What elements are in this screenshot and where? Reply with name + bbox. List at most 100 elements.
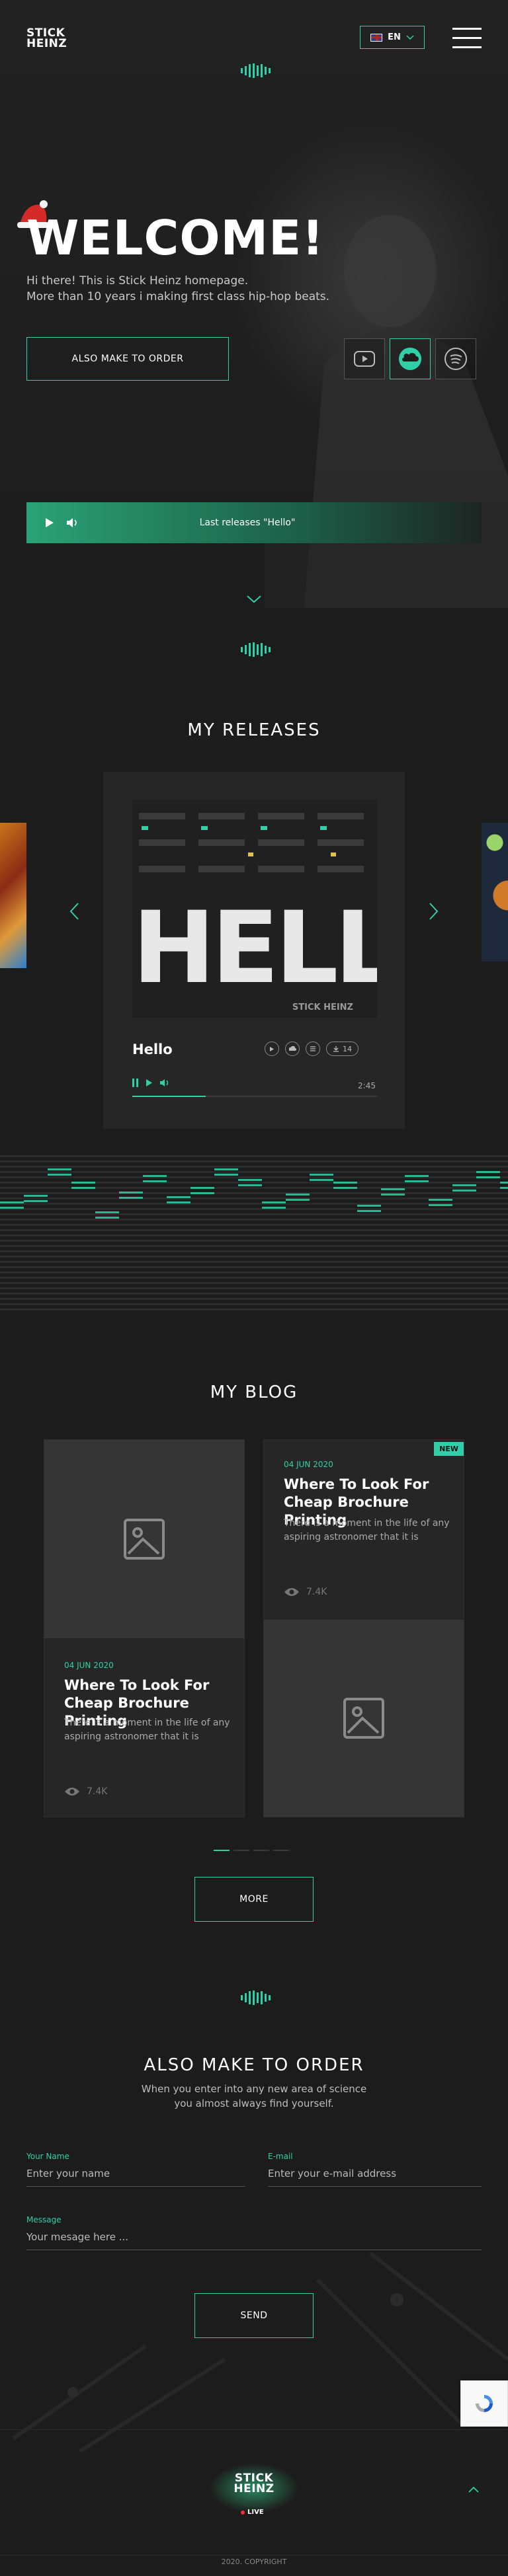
track-soundcloud-button[interactable] — [285, 1042, 300, 1056]
blog-card[interactable]: NEW 04 JUN 2020 Where To Look For Cheap … — [263, 1439, 464, 1817]
blog-image-placeholder — [44, 1440, 244, 1638]
send-button[interactable]: SEND — [194, 2293, 314, 2338]
views-count: 7.4K — [306, 1587, 327, 1597]
footer-logo-line-2: HEINZ — [233, 2482, 275, 2495]
order-title: ALSO MAKE TO ORDER — [144, 2055, 364, 2075]
copyright-divider — [0, 2555, 508, 2556]
equalizer-icon — [241, 642, 271, 657]
spectrum-bar — [190, 1187, 214, 1197]
order-subtitle-line-2: you almost always find yourself. — [174, 2098, 334, 2109]
audio-spectrum — [0, 1155, 508, 1314]
menu-line — [452, 28, 482, 30]
recaptcha-icon — [476, 2395, 493, 2412]
youtube-link[interactable] — [344, 338, 385, 379]
more-button[interactable]: MORE — [194, 1877, 314, 1922]
spectrum-bar — [476, 1171, 500, 1182]
recaptcha-badge[interactable] — [460, 2380, 508, 2427]
menu-line — [452, 46, 482, 48]
pagination-dot[interactable] — [273, 1850, 289, 1851]
views-count: 7.4K — [87, 1786, 108, 1797]
email-field[interactable]: Enter your e-mail address — [268, 2168, 482, 2187]
pagination-dot-active[interactable] — [214, 1850, 230, 1851]
name-label: Your Name — [26, 2152, 69, 2161]
order-background-image — [12, 2252, 508, 2452]
hero-subtitle-line-1: Hi there! This is Stick Heinz homepage. — [26, 274, 249, 287]
cover-brand: STICK HEINZ — [292, 1003, 353, 1012]
scroll-down-icon[interactable] — [246, 595, 262, 604]
spectrum-bar — [500, 1182, 508, 1192]
spectrum-bar — [357, 1205, 381, 1215]
spectrum-bar — [405, 1175, 429, 1186]
back-to-top-icon[interactable] — [468, 2486, 479, 2493]
pagination-dot[interactable] — [233, 1850, 249, 1851]
spectrum-bar — [48, 1168, 71, 1179]
track-download-button[interactable]: 14 — [326, 1042, 359, 1056]
hero-title: WELCOME! — [26, 210, 325, 266]
release-card-next[interactable] — [482, 823, 508, 962]
track-name: Hello — [132, 1042, 173, 1057]
track-play-button[interactable] — [265, 1042, 279, 1056]
release-card[interactable]: HELLO STICK HEINZ Hello 14 2:45 — [103, 772, 405, 1129]
language-label: EN — [388, 32, 401, 42]
spectrum-bar — [24, 1195, 48, 1205]
volume-icon[interactable] — [159, 1079, 171, 1087]
chevron-down-icon — [406, 34, 414, 40]
hero-subtitle-line-2: More than 10 years i making first class … — [26, 290, 330, 303]
track-progress[interactable] — [132, 1096, 377, 1097]
page: STICK HEINZ EN WELCOME! Hi there! This i… — [0, 0, 508, 2576]
pagination-dot[interactable] — [253, 1850, 269, 1851]
release-card-prev[interactable] — [0, 823, 26, 968]
spectrum-bar — [452, 1184, 476, 1195]
live-dot-icon — [241, 2510, 245, 2515]
spectrum-bar — [143, 1175, 167, 1186]
name-field[interactable]: Enter your name — [26, 2168, 245, 2187]
spotify-link[interactable] — [435, 338, 476, 379]
footer-logo[interactable]: STICK HEINZ — [232, 2473, 276, 2495]
download-icon — [333, 1046, 339, 1052]
copyright: 2020. COPYRIGHT — [221, 2557, 287, 2566]
hero-subtitle: Hi there! This is Stick Heinz homepage. … — [26, 273, 397, 305]
message-field[interactable]: Your mesage here ... — [26, 2231, 482, 2250]
cover-title: HELLO — [132, 891, 377, 1006]
blog-excerpt: There is a moment in the life of any asp… — [64, 1718, 230, 1742]
track-actions: 14 — [265, 1042, 359, 1056]
blog-excerpt: There is a moment in the life of any asp… — [284, 1518, 450, 1542]
volume-icon[interactable] — [66, 517, 79, 528]
email-label: E-mail — [268, 2152, 293, 2161]
blog-card[interactable]: 04 JUN 2020 Where To Look For Cheap Broc… — [44, 1439, 245, 1817]
latest-release-player[interactable]: Last releases "Hello" — [26, 502, 482, 543]
spectrum-bar — [286, 1193, 310, 1204]
carousel-prev-icon[interactable] — [69, 902, 79, 921]
language-selector[interactable]: EN — [360, 26, 425, 49]
spectrum-bar — [71, 1182, 95, 1192]
pause-icon[interactable] — [132, 1079, 139, 1087]
blog-pagination — [214, 1850, 289, 1851]
soundcloud-icon — [399, 348, 421, 370]
spotify-icon — [444, 348, 467, 370]
order-button[interactable]: ALSO MAKE TO ORDER — [26, 337, 229, 381]
image-icon — [124, 1519, 165, 1560]
youtube-icon — [354, 351, 375, 367]
soundcloud-link[interactable] — [390, 338, 431, 379]
blog-date: 04 JUN 2020 — [284, 1460, 333, 1469]
carousel-next-icon[interactable] — [429, 902, 439, 921]
play-icon[interactable] — [45, 517, 54, 528]
header-logo[interactable]: STICK HEINZ — [26, 28, 67, 50]
spectrum-bar — [0, 1201, 24, 1212]
release-cover[interactable]: HELLO STICK HEINZ — [132, 800, 377, 1018]
spectrum-bar — [381, 1188, 405, 1199]
equalizer-icon — [241, 63, 271, 78]
spectrum-bar — [95, 1211, 119, 1222]
track-player-controls — [132, 1079, 171, 1087]
order-subtitle: When you enter into any new area of scie… — [0, 2082, 508, 2111]
track-playlist-button[interactable] — [306, 1042, 320, 1056]
track-progress-fill — [132, 1096, 206, 1097]
blog-views: 7.4K — [284, 1587, 327, 1597]
live-indicator: LIVE — [241, 2509, 264, 2516]
play-icon[interactable] — [146, 1079, 153, 1087]
eye-icon — [284, 1588, 299, 1596]
menu-button[interactable] — [452, 28, 482, 56]
spectrum-bar — [262, 1201, 286, 1212]
list-icon — [310, 1046, 316, 1051]
uk-flag-icon — [370, 33, 383, 42]
